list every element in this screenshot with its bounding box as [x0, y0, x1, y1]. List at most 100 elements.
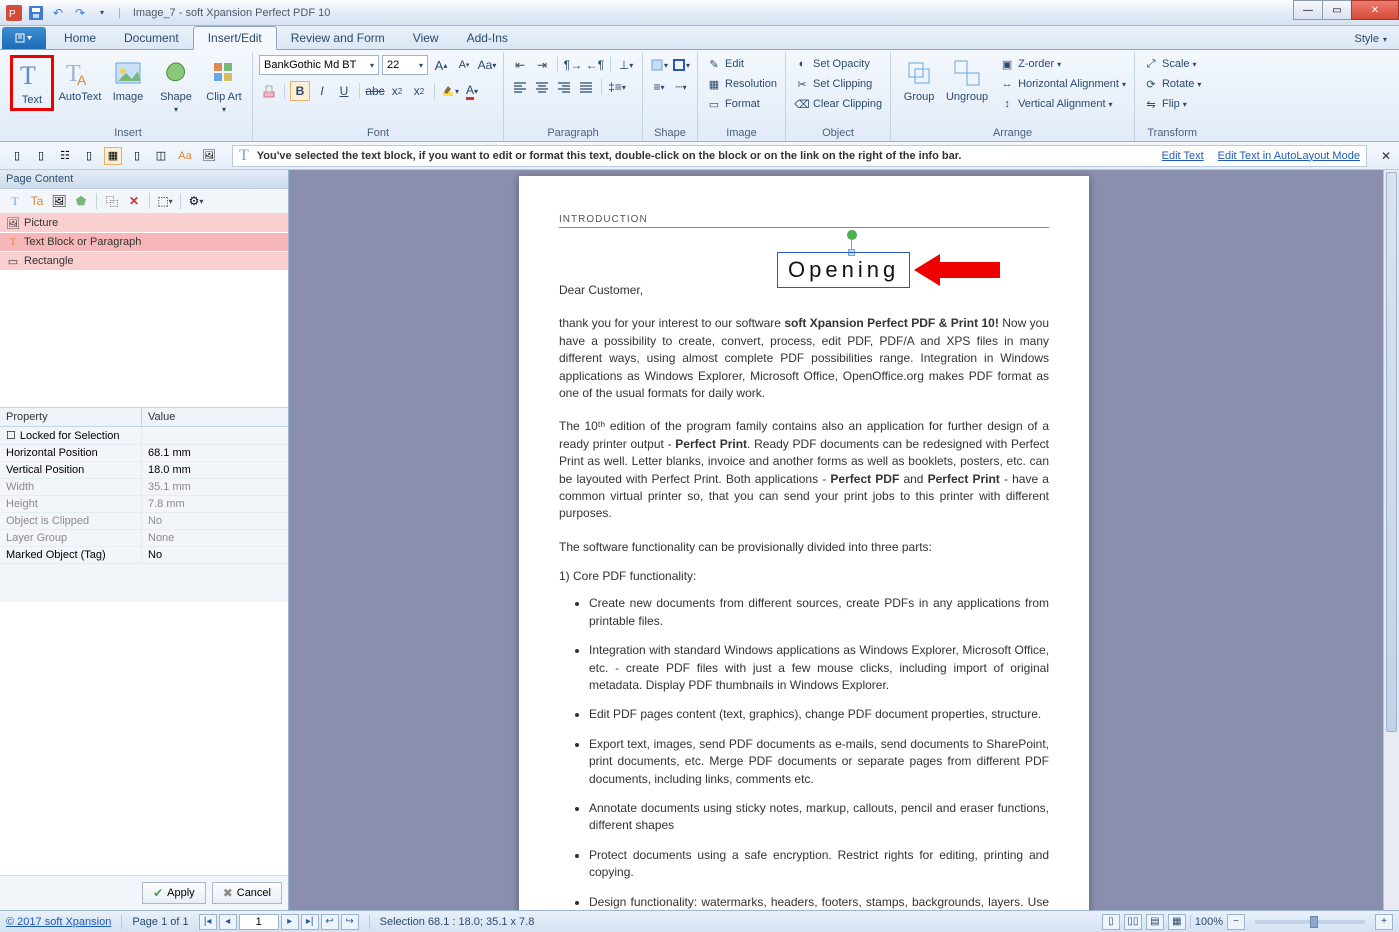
set-clipping-button[interactable]: ✂Set Clipping [792, 75, 884, 93]
insert-autotext-button[interactable]: TA AutoText [58, 55, 102, 105]
justify-button[interactable] [576, 77, 596, 97]
view-mode-3[interactable]: ▤ [1146, 914, 1164, 930]
zoom-slider[interactable] [1255, 920, 1365, 924]
underline-button[interactable]: U [334, 81, 354, 101]
property-row[interactable]: Width35.1 mm [0, 479, 288, 496]
ungroup-button[interactable]: Ungroup [945, 55, 989, 105]
rotation-handle[interactable] [847, 230, 857, 240]
pt-options-icon[interactable]: ⚙▾ [187, 192, 205, 210]
rtl-button[interactable]: ←¶ [585, 55, 605, 75]
italic-button[interactable]: I [312, 81, 332, 101]
tool-icon-1[interactable]: ▯ [8, 147, 26, 165]
subscript-button[interactable]: x2 [387, 81, 407, 101]
next-page-button[interactable]: ▸ [281, 914, 299, 930]
property-row[interactable]: Horizontal Position68.1 mm [0, 445, 288, 462]
page-number-input[interactable] [239, 914, 279, 930]
tool-icon-4[interactable]: ▯ [80, 147, 98, 165]
list-item[interactable]: T Text Block or Paragraph [0, 233, 288, 252]
list-item[interactable]: ▭ Rectangle [0, 252, 288, 271]
nav-forward-button[interactable]: ↪ [341, 914, 359, 930]
property-row[interactable]: ☐Locked for Selection [0, 427, 288, 445]
font-color-button[interactable]: A▾ [462, 81, 482, 101]
tool-icon-6[interactable]: ▯ [128, 147, 146, 165]
scrollbar-thumb[interactable] [1386, 172, 1397, 732]
shrink-font-button[interactable]: A▾ [454, 55, 474, 75]
line-style-button[interactable]: ≡▾ [649, 77, 669, 97]
image-resolution-button[interactable]: ▦Resolution [704, 75, 779, 93]
zoom-in-button[interactable]: + [1375, 914, 1393, 930]
tab-stops-button[interactable]: ⊥▾ [616, 55, 636, 75]
document-area[interactable]: INTRODUCTION Opening Dear Customer, than… [289, 170, 1399, 910]
align-center-button[interactable] [532, 77, 552, 97]
ltr-button[interactable]: ¶→ [563, 55, 583, 75]
pt-select-icon[interactable]: ⬚▾ [156, 192, 174, 210]
dash-style-button[interactable]: ┄▾ [671, 77, 691, 97]
pdf-page[interactable]: INTRODUCTION Opening Dear Customer, than… [519, 176, 1089, 910]
decrease-indent-button[interactable]: ⇤ [510, 55, 530, 75]
line-spacing-button[interactable]: ‡≡▾ [607, 77, 627, 97]
pt-image-icon[interactable]: 🖼 [50, 192, 68, 210]
style-dropdown[interactable]: Style▾ [1343, 29, 1399, 49]
checkbox-icon[interactable]: ☐ [6, 429, 16, 442]
pt-text-icon[interactable]: T [6, 192, 24, 210]
file-button[interactable] [2, 27, 46, 49]
view-mode-1[interactable]: ▯ [1102, 914, 1120, 930]
tool-icon-2[interactable]: ▯ [32, 147, 50, 165]
tool-icon-9[interactable]: 🖼 [200, 147, 218, 165]
undo-icon[interactable]: ↶ [50, 5, 66, 21]
valign-button[interactable]: ↕Vertical Alignment▾ [997, 95, 1128, 113]
vertical-scrollbar[interactable] [1383, 170, 1399, 910]
tab-view[interactable]: View [399, 27, 453, 49]
insert-text-button[interactable]: T Text [10, 55, 54, 111]
align-right-button[interactable] [554, 77, 574, 97]
tab-insert-edit[interactable]: Insert/Edit [193, 26, 277, 50]
zoom-slider-thumb[interactable] [1310, 916, 1318, 928]
property-row[interactable]: Object is ClippedNo [0, 513, 288, 530]
shape-outline-button[interactable]: ▾ [671, 55, 691, 75]
property-row[interactable]: Layer GroupNone [0, 530, 288, 547]
zoom-percent[interactable]: 100% [1195, 916, 1223, 928]
tab-addins[interactable]: Add-Ins [453, 27, 522, 49]
highlight-button[interactable]: ▾ [440, 81, 460, 101]
zorder-button[interactable]: ▣Z-order▾ [997, 55, 1128, 73]
save-icon[interactable] [28, 5, 44, 21]
qat-dropdown-icon[interactable]: ▾ [94, 5, 110, 21]
scale-button[interactable]: ⤢Scale▾ [1141, 55, 1203, 73]
image-format-button[interactable]: ▭Format [704, 95, 779, 113]
rotate-button[interactable]: ⟳Rotate▾ [1141, 75, 1203, 93]
prev-page-button[interactable]: ◂ [219, 914, 237, 930]
insert-image-button[interactable]: Image [106, 55, 150, 105]
edit-text-autolayout-link[interactable]: Edit Text in AutoLayout Mode [1218, 150, 1360, 162]
property-row[interactable]: Vertical Position18.0 mm [0, 462, 288, 479]
insert-clipart-button[interactable]: Clip Art ▾ [202, 55, 246, 116]
cancel-button[interactable]: ✖Cancel [212, 882, 282, 904]
tab-review-form[interactable]: Review and Form [277, 27, 399, 49]
list-item[interactable]: 🖼 Picture [0, 214, 288, 233]
tool-icon-3[interactable]: ☷ [56, 147, 74, 165]
clear-clipping-button[interactable]: ⌫Clear Clipping [792, 95, 884, 113]
property-row[interactable]: Marked Object (Tag)No [0, 547, 288, 564]
strike-button[interactable]: abc [365, 81, 385, 101]
minimize-button[interactable]: — [1293, 0, 1323, 20]
view-mode-2[interactable]: ▯▯ [1124, 914, 1142, 930]
group-button[interactable]: Group [897, 55, 941, 105]
zoom-out-button[interactable]: − [1227, 914, 1245, 930]
nav-back-button[interactable]: ↩ [321, 914, 339, 930]
first-page-button[interactable]: |◂ [199, 914, 217, 930]
increase-indent-button[interactable]: ⇥ [532, 55, 552, 75]
image-edit-button[interactable]: ✎Edit [704, 55, 779, 73]
pt-copy-icon[interactable]: ⿻ [103, 192, 121, 210]
clear-format-button[interactable] [259, 81, 279, 101]
tool-icon-7[interactable]: ◫ [152, 147, 170, 165]
change-case-button[interactable]: Aa▾ [477, 55, 497, 75]
font-size-combo[interactable]: 22▾ [382, 55, 428, 75]
tool-icon-5[interactable]: ▦ [104, 147, 122, 165]
tab-document[interactable]: Document [110, 27, 193, 49]
halign-button[interactable]: ↔Horizontal Alignment▾ [997, 75, 1128, 93]
apply-button[interactable]: ✔Apply [142, 882, 206, 904]
flip-button[interactable]: ⇋Flip▾ [1141, 95, 1203, 113]
shape-fill-button[interactable]: ▾ [649, 55, 669, 75]
last-page-button[interactable]: ▸| [301, 914, 319, 930]
pt-autotext-icon[interactable]: Ta [28, 192, 46, 210]
view-mode-4[interactable]: ▦ [1168, 914, 1186, 930]
